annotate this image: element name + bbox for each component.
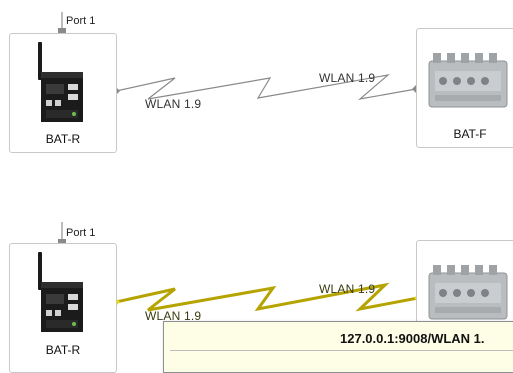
link-label-left: WLAN 1.9 [145,97,202,111]
port-label: Port 1 [66,15,96,27]
device-label: BAT-R [45,132,81,146]
router-icon [38,42,83,122]
port-label: Port 1 [66,227,96,239]
device-label: BAT-F [453,127,487,141]
device-label: BAT-R [45,343,81,357]
tooltip-title: 127.0.0.1:9008/WLAN 1. [340,331,485,346]
link-label-right: WLAN 1.9 [319,282,376,296]
router-icon [38,252,83,332]
access-point-icon [428,265,508,320]
device-node-bat-f-top[interactable]: BAT-F [416,28,513,148]
link-tooltip: 127.0.0.1:9008/WLAN 1. [163,321,513,373]
device-node-bat-r-top[interactable]: BAT-R [9,33,117,153]
device-node-bat-r-bottom[interactable]: BAT-R [9,243,117,373]
link-label-right: WLAN 1.9 [319,71,376,85]
access-point-icon [428,53,508,108]
tooltip-divider [170,350,513,351]
topology-canvas[interactable]: BAT-R Port 1 BAT-F WLAN 1.9 WLAN 1.9 BAT… [0,0,513,373]
